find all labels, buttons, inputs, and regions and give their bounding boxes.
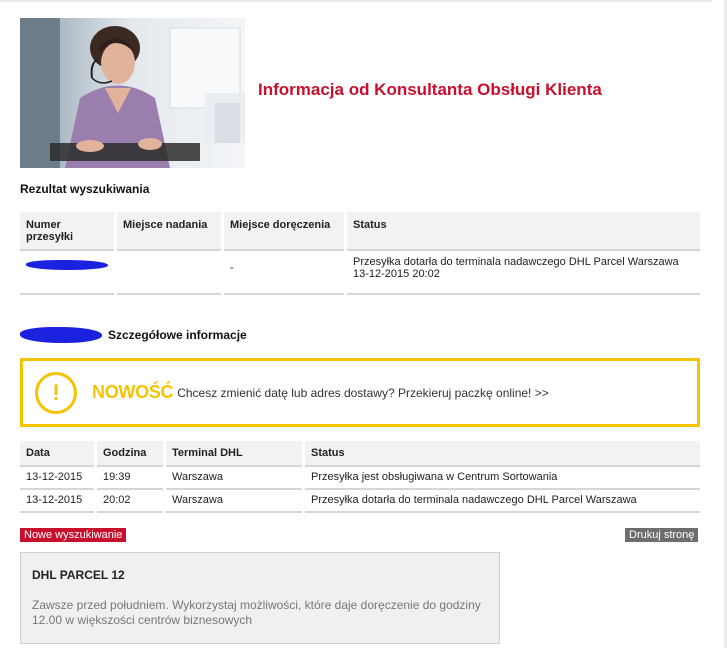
redacted-tracking-number (26, 260, 108, 270)
details-heading-row: Szczegółowe informacje (20, 327, 247, 343)
event-status: Przesyłka jest obsługiwana w Centrum Sor… (305, 467, 700, 490)
destination-cell: - (224, 251, 344, 295)
parcel-12-title: DHL PARCEL 12 (32, 568, 125, 582)
promo-link-text[interactable]: Chcesz zmienić datę lub adres dostawy? P… (177, 386, 549, 400)
redirect-promo-banner[interactable]: ! NOWOŚĆ Chcesz zmienić datę lub adres d… (20, 358, 700, 427)
redacted-tracking-number (20, 327, 102, 343)
column-header-status: Status (347, 212, 700, 251)
event-time: 19:39 (97, 467, 163, 490)
status-text: Przesyłka dotarła do terminala nadawczeg… (353, 256, 679, 268)
origin-cell (117, 251, 221, 295)
search-results-table: Numer przesyłki Miejsce nadania Miejsce … (17, 212, 703, 295)
table-header-row: Numer przesyłki Miejsce nadania Miejsce … (20, 212, 700, 251)
column-header-tracking-number: Numer przesyłki (20, 212, 114, 251)
promo-new-label: NOWOŚĆ (92, 382, 174, 402)
event-date: 13-12-2015 (20, 467, 94, 490)
exclamation-icon: ! (35, 371, 77, 414)
table-row: 13-12-2015 20:02 Warszawa Przesyłka dota… (20, 490, 700, 513)
parcel-12-description: Zawsze przed południem. Wykorzystaj możl… (32, 598, 481, 627)
column-header-terminal: Terminal DHL (166, 441, 302, 467)
customer-service-photo (20, 18, 245, 168)
event-date: 13-12-2015 (20, 490, 94, 513)
column-header-time: Godzina (97, 441, 163, 467)
tracking-number-cell (20, 251, 114, 295)
column-header-origin: Miejsce nadania (117, 212, 221, 251)
top-border (0, 0, 712, 2)
column-header-destination: Miejsce doręczenia (224, 212, 344, 251)
table-header-row: Data Godzina Terminal DHL Status (20, 441, 700, 467)
new-search-button[interactable]: Nowe wyszukiwanie (20, 528, 127, 542)
status-cell: Przesyłka dotarła do terminala nadawczeg… (347, 251, 700, 295)
event-time: 20:02 (97, 490, 163, 513)
table-row: - Przesyłka dotarła do terminala nadawcz… (20, 251, 700, 295)
table-row: 13-12-2015 19:39 Warszawa Przesyłka jest… (20, 467, 700, 490)
event-status: Przesyłka dotarła do terminala nadawczeg… (305, 490, 700, 513)
search-results-heading: Rezultat wyszukiwania (20, 182, 150, 196)
status-timestamp: 13-12-2015 20:02 (353, 268, 440, 280)
column-header-status: Status (305, 441, 700, 467)
page-title: Informacja od Konsultanta Obsługi Klient… (258, 80, 602, 99)
event-terminal: Warszawa (166, 490, 302, 513)
dhl-parcel-12-info-box: DHL PARCEL 12 Zawsze przed południem. Wy… (20, 552, 500, 644)
event-terminal: Warszawa (166, 467, 302, 490)
details-heading: Szczegółowe informacje (108, 328, 247, 342)
print-page-button[interactable]: Drukuj stronę (625, 528, 699, 542)
tracking-events-table: Data Godzina Terminal DHL Status 13-12-2… (17, 441, 703, 513)
column-header-date: Data (20, 441, 94, 467)
